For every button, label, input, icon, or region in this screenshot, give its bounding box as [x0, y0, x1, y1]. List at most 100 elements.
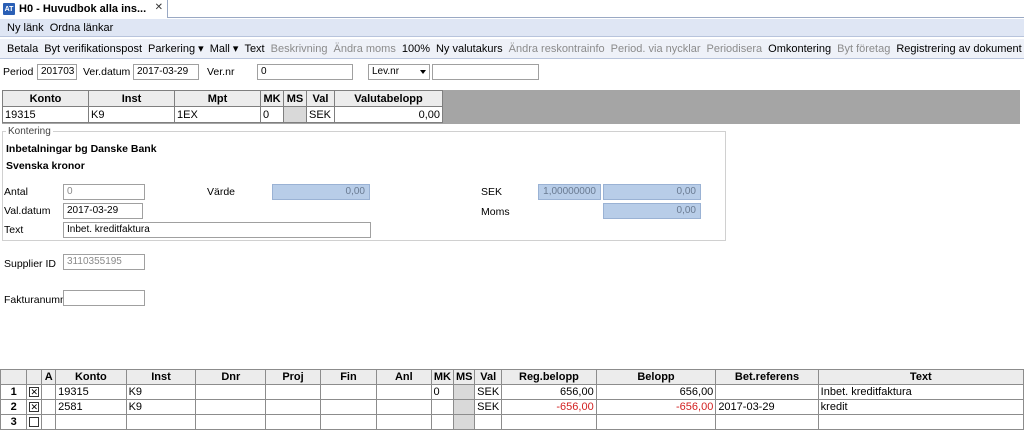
toolbar-button-2[interactable]: Parkering ▾	[148, 42, 204, 55]
checked-checkbox-icon[interactable]: ✕	[29, 402, 40, 413]
toolbar-button-7[interactable]: 100%	[402, 43, 430, 55]
checked-checkbox-icon[interactable]: ✕	[29, 387, 40, 398]
cell-dnr[interactable]	[195, 384, 267, 400]
col-a[interactable]: A	[41, 369, 57, 385]
col-betreferens[interactable]: Bet.referens	[715, 369, 819, 385]
cell-anl[interactable]	[376, 399, 432, 415]
cell-a[interactable]	[41, 399, 57, 415]
varde-input[interactable]: 0,00	[272, 184, 370, 200]
toolbar-button-14[interactable]: Registrering av dokument	[896, 43, 1021, 55]
cell-dnr[interactable]	[195, 399, 267, 415]
row-checkbox[interactable]	[26, 414, 43, 430]
col-inst[interactable]: Inst	[125, 369, 197, 385]
cell-ms[interactable]	[453, 399, 476, 415]
row-checkbox[interactable]: ✕	[26, 399, 43, 415]
cell-fin[interactable]	[319, 384, 378, 400]
toolbar-button-11[interactable]: Periodisera	[707, 43, 763, 55]
cell-betreferens[interactable]	[715, 384, 819, 400]
new-link-button[interactable]: Ny länk	[7, 22, 44, 34]
unchecked-checkbox-icon[interactable]	[29, 417, 40, 428]
row-checkbox[interactable]: ✕	[26, 384, 43, 400]
cell-regbelopp[interactable]: -656,00	[501, 399, 597, 415]
cell-mk[interactable]: 0	[260, 106, 284, 123]
toolbar-button-13[interactable]: Byt företag	[837, 43, 890, 55]
cell-val[interactable]	[474, 414, 503, 430]
toolbar-button-12[interactable]: Omkontering	[768, 43, 831, 55]
cell-mk[interactable]	[430, 414, 455, 430]
cell-ms[interactable]	[453, 414, 476, 430]
verdatum-input[interactable]: 2017-03-29	[133, 64, 199, 80]
cell-val[interactable]: SEK	[474, 399, 503, 415]
cell-dnr[interactable]	[195, 414, 267, 430]
cell-text[interactable]: Inbet. kreditfaktura	[817, 384, 1024, 400]
toolbar-button-6[interactable]: Ändra moms	[333, 43, 395, 55]
row-number[interactable]: 2	[0, 399, 28, 415]
cell-fin[interactable]	[319, 399, 378, 415]
col-anl[interactable]: Anl	[376, 369, 432, 385]
cell-ms[interactable]	[453, 384, 476, 400]
cell-val[interactable]: SEK	[306, 106, 335, 123]
cell-proj[interactable]	[265, 384, 321, 400]
toolbar-button-10[interactable]: Period. via nycklar	[611, 43, 701, 55]
row-number[interactable]: 3	[0, 414, 28, 430]
arrange-links-button[interactable]: Ordna länkar	[50, 22, 114, 34]
toolbar-button-4[interactable]: Text	[244, 43, 264, 55]
table-row[interactable]: 2 ✕ 2581 K9 SEK -656,00 -656,00 2017-03-29 kredi…	[0, 399, 1024, 415]
cell-text[interactable]: kredit	[817, 399, 1024, 415]
period-input[interactable]: 201703	[37, 64, 77, 80]
levnr-text-input[interactable]	[432, 64, 539, 80]
toolbar-button-8[interactable]: Ny valutakurs	[436, 43, 503, 55]
cell-konto[interactable]: 19315	[55, 384, 127, 400]
cell-ms[interactable]	[283, 106, 307, 123]
cell-inst[interactable]: K9	[125, 399, 197, 415]
cell-proj[interactable]	[265, 414, 321, 430]
cell-konto[interactable]: 2581	[55, 399, 127, 415]
sek-amount-input[interactable]: 0,00	[603, 184, 701, 200]
col-val[interactable]: Val	[474, 369, 503, 385]
levnr-select[interactable]: Lev.nr	[368, 64, 430, 80]
cell-regbelopp[interactable]	[501, 414, 597, 430]
vernr-input[interactable]: 0	[257, 64, 353, 80]
col-text[interactable]: Text	[817, 369, 1024, 385]
cell-text[interactable]	[817, 414, 1024, 430]
cell-mk[interactable]	[430, 399, 455, 415]
col-dnr[interactable]: Dnr	[195, 369, 267, 385]
col-row-number[interactable]	[0, 369, 28, 385]
col-fin[interactable]: Fin	[319, 369, 378, 385]
toolbar-button-9[interactable]: Ändra reskontrainfo	[509, 43, 605, 55]
antal-input[interactable]: 0	[63, 184, 145, 200]
col-proj[interactable]: Proj	[265, 369, 321, 385]
table-row[interactable]: 3	[0, 414, 1024, 430]
cell-betreferens[interactable]: 2017-03-29	[715, 399, 819, 415]
table-row[interactable]: 1 ✕ 19315 K9 0 SEK 656,00 656,00 Inbet. kreditfa…	[0, 384, 1024, 400]
cell-konto[interactable]: 19315	[2, 106, 89, 123]
col-belopp[interactable]: Belopp	[595, 369, 717, 385]
col-ms[interactable]: MS	[453, 369, 476, 385]
row-number[interactable]: 1	[0, 384, 28, 400]
cell-inst[interactable]: K9	[88, 106, 175, 123]
cell-belopp[interactable]: -656,00	[595, 399, 717, 415]
cell-inst[interactable]	[125, 414, 197, 430]
cell-mk[interactable]: 0	[430, 384, 455, 400]
cell-betreferens[interactable]	[715, 414, 819, 430]
cell-anl[interactable]	[376, 384, 432, 400]
toolbar-button-0[interactable]: Betala	[7, 43, 38, 55]
cell-belopp[interactable]	[595, 414, 717, 430]
col-checkbox[interactable]	[26, 369, 43, 385]
document-tab[interactable]: AT H0 - Huvudbok alla ins... ✕	[0, 0, 168, 18]
exchange-rate-input[interactable]: 1,00000000	[538, 184, 601, 200]
cell-konto[interactable]	[55, 414, 127, 430]
toolbar-button-3[interactable]: Mall ▾	[210, 42, 239, 55]
cell-mpt[interactable]: 1EX	[174, 106, 261, 123]
supplier-id-input[interactable]: 3110355195	[63, 254, 145, 270]
valdatum-input[interactable]: 2017-03-29	[63, 203, 143, 219]
cell-fin[interactable]	[319, 414, 378, 430]
cell-proj[interactable]	[265, 399, 321, 415]
cell-belopp[interactable]: 656,00	[595, 384, 717, 400]
cell-a[interactable]	[41, 414, 57, 430]
col-mk[interactable]: MK	[430, 369, 455, 385]
toolbar-button-5[interactable]: Beskrivning	[271, 43, 328, 55]
toolbar-button-1[interactable]: Byt verifikationspost	[44, 43, 142, 55]
cell-val[interactable]: SEK	[474, 384, 503, 400]
close-icon[interactable]: ✕	[155, 2, 163, 13]
